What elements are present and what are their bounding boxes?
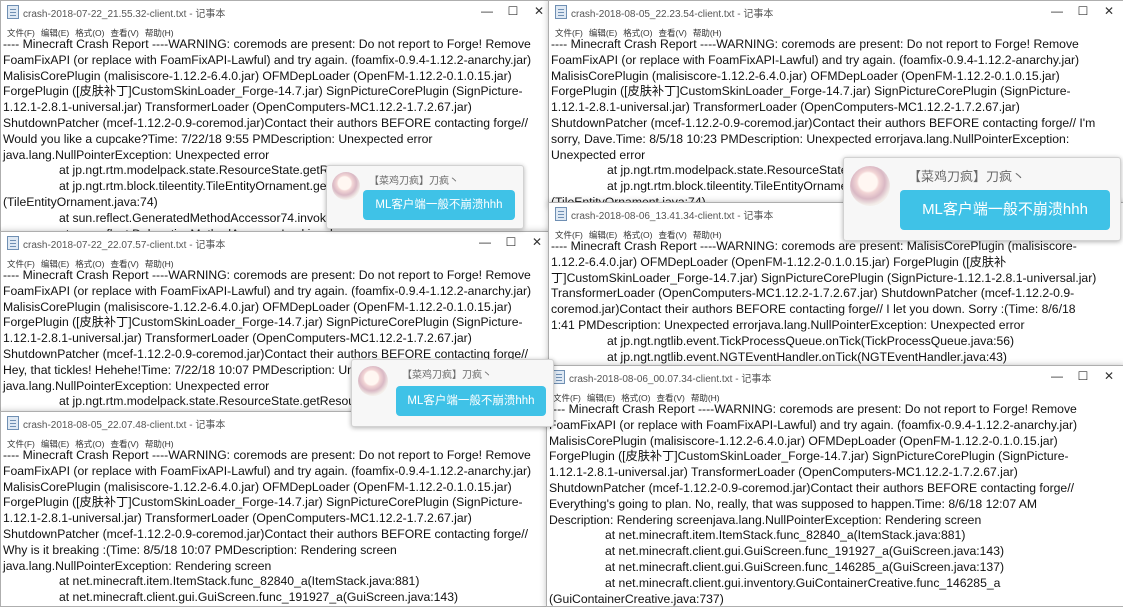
notepad-icon <box>7 5 19 19</box>
text-line: 丁]CustomSkinLoader_Forge-14.7.jar) SignP… <box>551 270 1097 285</box>
text-line: ---- Minecraft Crash Report ----WARNING:… <box>551 239 1077 253</box>
avatar <box>358 366 388 396</box>
close-button[interactable]: ✕ <box>525 233 549 251</box>
text-line: 1.12.1-2.8.1-universal.jar) TransformerL… <box>3 100 472 115</box>
text-line: Why is it breaking :(Time: 8/5/18 10:07 … <box>3 542 397 557</box>
title-bar[interactable]: crash-2018-08-05_22.23.54-client.txt - 记… <box>549 1 1123 23</box>
text-line: ForgePlugin ([皮肤补丁]CustomSkinLoader_Forg… <box>3 84 523 99</box>
close-button[interactable]: ✕ <box>1097 2 1121 20</box>
text-area[interactable]: ---- Minecraft Crash Report ----WARNING:… <box>1 448 553 606</box>
text-line: at jp.ngt.ngtlib.event.TickProcessQueue.… <box>607 333 1015 348</box>
text-line: FoamFixAPI (or replace with FoamFixAPI-L… <box>3 52 532 67</box>
text-line: FoamFixAPI (or replace with FoamFixAPI-L… <box>549 417 1078 432</box>
text-line: 1.12.2-6.4.0.jar) OFMDepLoader (OpenFM-1… <box>551 254 1007 269</box>
minimize-button[interactable]: — <box>1045 367 1069 385</box>
title-bar[interactable]: crash-2018-08-06_00.07.34-client.txt - 记… <box>547 366 1123 388</box>
minimize-button[interactable]: — <box>475 2 499 20</box>
text-line: Description: Rendering screenjava.lang.N… <box>549 512 982 527</box>
sender-name: 【菜鸡刀疯】刀疯丶 <box>908 169 1026 184</box>
text-line: sorry, Dave.Time: 8/5/18 10:23 PMDescrip… <box>551 131 1070 146</box>
sender-name: 【菜鸡刀疯】刀疯丶 <box>402 370 492 381</box>
text-line: at jp.ngt.ngtlib.event.NGTEventHandler.o… <box>607 349 1007 364</box>
sender-name: 【菜鸡刀疯】刀疯丶 <box>369 176 459 187</box>
text-line: at net.minecraft.client.gui.GuiScreen.fu… <box>605 544 1005 559</box>
text-line: ShutdownPatcher (mcef-1.12.2-0.9-coremod… <box>549 480 1074 495</box>
text-area[interactable]: ---- Minecraft Crash Report ----WARNING:… <box>549 239 1123 369</box>
text-line: MalisisCorePlugin (malisiscore-1.12.2-6.… <box>549 433 1058 448</box>
text-line: ShutdownPatcher (mcef-1.12.2-0.9-coremod… <box>3 526 528 541</box>
notepad-window[interactable]: crash-2018-08-05_22.07.48-client.txt - 记… <box>0 411 554 607</box>
text-line: Everything's going to plan. No, really, … <box>549 496 1038 511</box>
maximize-button[interactable]: ☐ <box>1071 2 1095 20</box>
text-line: at net.minecraft.item.ItemStack.func_828… <box>605 528 966 543</box>
text-line: 1:41 PMDescription: Unexpected errorjava… <box>551 317 1025 332</box>
chat-sticker: 【菜鸡刀疯】刀疯丶 ML客户端一般不崩溃hhh <box>326 165 524 229</box>
notepad-icon <box>7 236 19 250</box>
text-line: MalisisCorePlugin (malisiscore-1.12.2-6.… <box>3 479 512 494</box>
notepad-icon <box>553 370 565 384</box>
text-line: ShutdownPatcher (mcef-1.12.2-0.9-coremod… <box>551 115 1096 130</box>
text-line: at net.minecraft.client.gui.inventory.Gu… <box>605 575 1001 590</box>
text-line: at net.minecraft.client.gui.GuiScreen.fu… <box>59 590 459 605</box>
avatar <box>850 166 890 206</box>
text-line: Would you like a cupcake?Time: 7/22/18 9… <box>3 131 433 146</box>
title-bar[interactable]: crash-2018-07-22_22.07.57-client.txt - 记… <box>1 232 551 254</box>
text-line: MalisisCorePlugin (malisiscore-1.12.2-6.… <box>551 68 1060 83</box>
text-line: ForgePlugin ([皮肤补丁]CustomSkinLoader_Forg… <box>3 315 523 330</box>
menu-bar: 文件(F) 编辑(E) 格式(O) 查看(V) 帮助(H) <box>549 23 1123 38</box>
text-line: java.lang.NullPointerException: Unexpect… <box>3 147 270 162</box>
text-line: 1.12.1-2.8.1-universal.jar) TransformerL… <box>3 511 472 526</box>
text-line: at net.minecraft.client.gui.GuiScreen.fu… <box>605 559 1005 574</box>
window-title: crash-2018-08-05_22.23.54-client.txt - 记… <box>571 9 774 20</box>
text-line: FoamFixAPI (or replace with FoamFixAPI-L… <box>551 52 1080 67</box>
menu-bar: 文件(F) 编辑(E) 格式(O) 查看(V) 帮助(H) <box>1 23 553 38</box>
window-title: crash-2018-07-22_22.07.57-client.txt - 记… <box>23 240 226 251</box>
close-button[interactable]: ✕ <box>1097 367 1121 385</box>
text-line: TransformerLoader (OpenComputers-MC1.12.… <box>551 286 1075 301</box>
menu-bar: 文件(F) 编辑(E) 格式(O) 查看(V) 帮助(H) <box>1 434 553 449</box>
text-line: ---- Minecraft Crash Report ----WARNING:… <box>3 268 531 282</box>
text-line: 1.12.1-2.8.1-universal.jar) TransformerL… <box>3 331 472 346</box>
chat-sticker: 【菜鸡刀疯】刀疯丶 ML客户端一般不崩溃hhh <box>843 157 1121 241</box>
notepad-window[interactable]: crash-2018-08-06_00.07.34-client.txt - 记… <box>546 365 1123 607</box>
notepad-icon <box>555 5 567 19</box>
text-line: ShutdownPatcher (mcef-1.12.2-0.9-coremod… <box>3 115 528 130</box>
text-line: ForgePlugin ([皮肤补丁]CustomSkinLoader_Forg… <box>3 495 523 510</box>
message-bubble: ML客户端一般不崩溃hhh <box>396 386 546 416</box>
title-bar[interactable]: crash-2018-07-22_21.55.32-client.txt - 记… <box>1 1 553 23</box>
text-line: FoamFixAPI (or replace with FoamFixAPI-L… <box>3 283 532 298</box>
text-line: ---- Minecraft Crash Report ----WARNING:… <box>3 448 531 462</box>
text-line: ---- Minecraft Crash Report ----WARNING:… <box>549 402 1077 416</box>
message-bubble: ML客户端一般不崩溃hhh <box>363 190 515 220</box>
text-line: 1.12.1-2.8.1-universal.jar) TransformerL… <box>551 100 1020 115</box>
menu-bar: 文件(F) 编辑(E) 格式(O) 查看(V) 帮助(H) <box>1 254 551 269</box>
text-line: FoamFixAPI (or replace with FoamFixAPI-L… <box>3 463 532 478</box>
message-bubble: ML客户端一般不崩溃hhh <box>900 190 1110 230</box>
text-line: 1.12.1-2.8.1-universal.jar) TransformerL… <box>549 465 1018 480</box>
maximize-button[interactable]: ☐ <box>501 2 525 20</box>
minimize-button[interactable]: — <box>1045 2 1069 20</box>
notepad-icon <box>7 416 19 430</box>
window-title: crash-2018-08-05_22.07.48-client.txt - 记… <box>23 420 226 431</box>
window-title: crash-2018-07-22_21.55.32-client.txt - 记… <box>23 9 226 20</box>
notepad-icon <box>555 207 567 221</box>
text-line: ForgePlugin ([皮肤补丁]CustomSkinLoader_Forg… <box>551 84 1071 99</box>
text-line: ForgePlugin ([皮肤补丁]CustomSkinLoader_Forg… <box>549 449 1069 464</box>
text-line: MalisisCorePlugin (malisiscore-1.12.2-6.… <box>3 68 512 83</box>
minimize-button[interactable]: — <box>473 233 497 251</box>
menu-bar: 文件(F) 编辑(E) 格式(O) 查看(V) 帮助(H) <box>547 388 1123 403</box>
text-line: at net.minecraft.item.ItemStack.func_828… <box>59 574 420 589</box>
text-line: java.lang.NullPointerException: Renderin… <box>3 558 272 573</box>
text-line: ---- Minecraft Crash Report ----WARNING:… <box>3 37 531 51</box>
chat-sticker: 【菜鸡刀疯】刀疯丶 ML客户端一般不崩溃hhh <box>351 359 554 427</box>
text-line: MalisisCorePlugin (malisiscore-1.12.2-6.… <box>3 299 512 314</box>
window-title: crash-2018-08-06_00.07.34-client.txt - 记… <box>569 374 772 385</box>
text-line: ---- Minecraft Crash Report ----WARNING:… <box>551 37 1079 51</box>
window-title: crash-2018-08-06_13.41.34-client.txt - 记… <box>571 211 774 222</box>
maximize-button[interactable]: ☐ <box>1071 367 1095 385</box>
text-area[interactable]: ---- Minecraft Crash Report ----WARNING:… <box>547 402 1123 606</box>
avatar <box>332 172 360 200</box>
text-line: coremod.jar)Contact their authors BEFORE… <box>551 302 1076 317</box>
maximize-button[interactable]: ☐ <box>499 233 523 251</box>
